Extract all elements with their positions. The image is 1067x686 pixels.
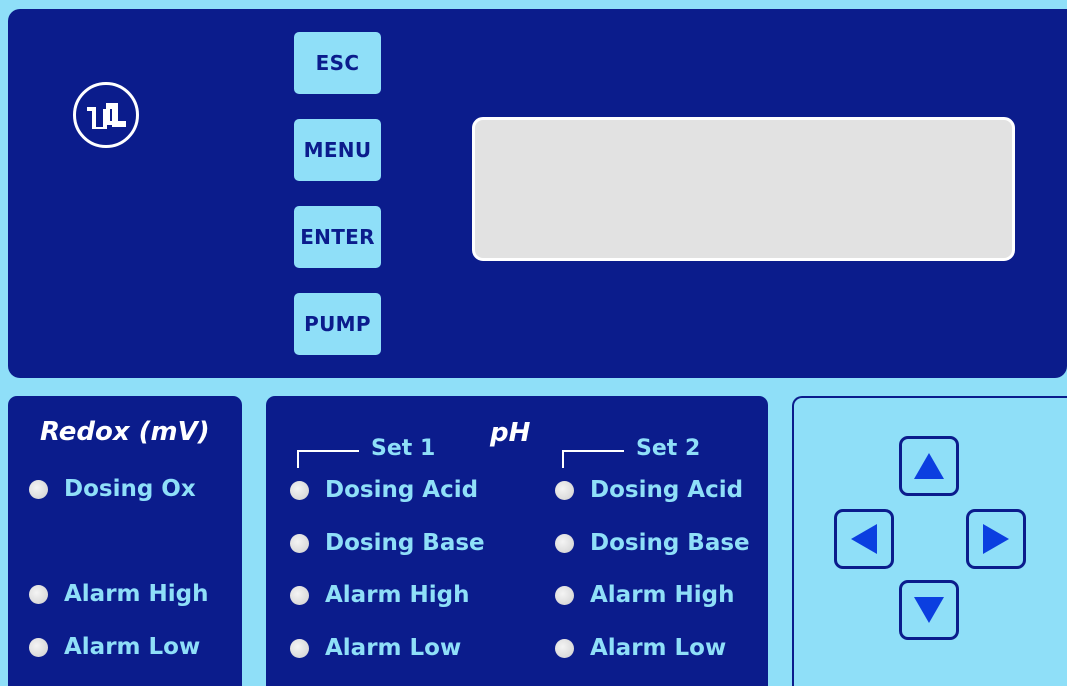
ph-title: pH	[490, 418, 531, 448]
indicator-label: Alarm Low	[64, 634, 201, 660]
led-icon	[555, 638, 574, 658]
led-icon	[29, 584, 48, 604]
ph-set1-indicator-alarm-low: Alarm Low	[290, 635, 461, 661]
led-icon	[290, 638, 309, 658]
redox-indicator-alarm-low: Alarm Low	[29, 634, 200, 660]
ph-set1-indicator-alarm-high: Alarm High	[290, 582, 470, 608]
bracket-line	[562, 450, 624, 468]
indicator-label: Dosing Acid	[590, 477, 744, 503]
redox-title: Redox (mV)	[40, 417, 210, 447]
redox-indicator-alarm-high: Alarm High	[29, 581, 209, 607]
arrow-down-icon	[914, 597, 944, 623]
led-icon	[290, 533, 309, 553]
led-icon	[290, 480, 309, 500]
ph-set1-label: Set 1	[297, 436, 435, 468]
lcd-display	[472, 117, 1015, 261]
arrow-up-icon	[914, 453, 944, 479]
arrow-right-button[interactable]	[966, 509, 1026, 569]
indicator-label: Dosing Acid	[325, 477, 479, 503]
led-icon	[290, 585, 309, 605]
ph-set2-label: Set 2	[562, 436, 700, 468]
ph-set1-indicator-dosing-acid: Dosing Acid	[290, 477, 478, 503]
enter-button[interactable]: ENTER	[294, 206, 381, 268]
led-icon	[555, 585, 574, 605]
led-icon	[555, 480, 574, 500]
set-label-text: Set 1	[371, 436, 436, 461]
set-label-text: Set 2	[636, 436, 701, 461]
arrow-down-button[interactable]	[899, 580, 959, 640]
arrow-right-icon	[983, 524, 1009, 554]
ph-set2-indicator-alarm-low: Alarm Low	[555, 635, 726, 661]
indicator-label: Dosing Base	[590, 530, 750, 556]
indicator-label: Dosing Ox	[64, 476, 196, 502]
redox-indicator-dosing-ox: Dosing Ox	[29, 476, 196, 502]
led-icon	[555, 533, 574, 553]
indicator-label: Alarm High	[64, 581, 209, 607]
ph-set2-indicator-alarm-high: Alarm High	[555, 582, 735, 608]
arrow-left-icon	[851, 524, 877, 554]
indicator-label: Alarm Low	[590, 635, 727, 661]
arrow-left-button[interactable]	[834, 509, 894, 569]
indicator-label: Alarm Low	[325, 635, 462, 661]
indicator-label: Dosing Base	[325, 530, 485, 556]
led-icon	[29, 637, 48, 657]
ph-set2-indicator-dosing-base: Dosing Base	[555, 530, 750, 556]
led-icon	[29, 479, 48, 499]
brand-logo	[73, 82, 139, 148]
pump-button[interactable]: PUMP	[294, 293, 381, 355]
arrow-up-button[interactable]	[899, 436, 959, 496]
indicator-label: Alarm High	[325, 582, 470, 608]
ph-set2-indicator-dosing-acid: Dosing Acid	[555, 477, 743, 503]
menu-button[interactable]: MENU	[294, 119, 381, 181]
indicator-label: Alarm High	[590, 582, 735, 608]
esc-button[interactable]: ESC	[294, 32, 381, 94]
bracket-line	[297, 450, 359, 468]
ph-set1-indicator-dosing-base: Dosing Base	[290, 530, 485, 556]
logo-mark-icon	[87, 103, 126, 129]
